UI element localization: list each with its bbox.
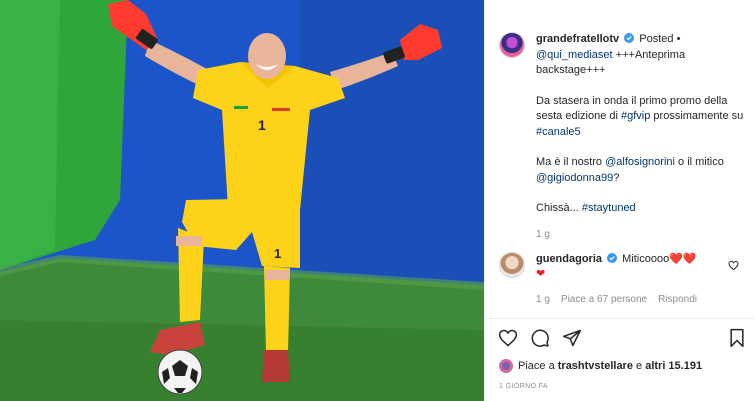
comment-text: guendagoria Miticoooo❤️❤️ ❤ bbox=[536, 252, 721, 282]
save-button[interactable] bbox=[727, 328, 747, 351]
comment-item: guendagoria Miticoooo❤️❤️ ❤ bbox=[499, 252, 745, 282]
caption-text-span: o il mitico bbox=[674, 156, 724, 168]
svg-text:1: 1 bbox=[258, 117, 266, 133]
caption-paragraph-4: Chissà... #staytuned bbox=[536, 201, 744, 217]
mention-link[interactable]: @qui_mediaset bbox=[536, 49, 613, 61]
post-timestamp[interactable]: 1 GIORNO FA bbox=[499, 383, 548, 390]
post-photo[interactable]: 1 1 bbox=[0, 0, 484, 401]
heart-icon[interactable] bbox=[498, 328, 518, 348]
caption-text-span: Chissà... bbox=[536, 202, 582, 214]
hashtag-link[interactable]: #staytuned bbox=[582, 202, 636, 214]
heart-emoji: ❤️❤️ bbox=[669, 253, 697, 265]
likes-prefix: Piace a bbox=[518, 360, 558, 372]
likes-text: Piace a trashtvstellare e altri 15.191 bbox=[518, 360, 702, 372]
likes-summary[interactable]: Piace a trashtvstellare e altri 15.191 bbox=[499, 359, 702, 373]
comment-username[interactable]: guendagoria bbox=[536, 253, 602, 265]
caption-text-span: prossimamente su bbox=[650, 110, 744, 122]
svg-text:1: 1 bbox=[274, 246, 281, 261]
caption-text: grandefratellotv Posted • @qui_mediaset … bbox=[536, 32, 744, 242]
likes-user[interactable]: trashtvstellare bbox=[558, 360, 633, 372]
verified-badge-icon bbox=[624, 33, 635, 43]
caption-text-span: ? bbox=[613, 171, 620, 184]
heart-icon[interactable] bbox=[728, 260, 739, 271]
heart-emoji: ❤ bbox=[536, 268, 546, 280]
comment-body: Miticoooo bbox=[622, 253, 670, 265]
avatar[interactable] bbox=[499, 32, 525, 58]
reply-button[interactable]: Rispondi bbox=[658, 294, 697, 305]
share-icon[interactable] bbox=[562, 328, 582, 348]
action-icons bbox=[498, 328, 582, 348]
caption-paragraph-2: Da stasera in onda il primo promo della … bbox=[536, 94, 744, 141]
comment-likes[interactable]: Piace a 67 persone bbox=[561, 294, 647, 305]
post-side-panel: grandefratellotv Posted • @qui_mediaset … bbox=[484, 0, 755, 401]
likes-others[interactable]: altri 15.191 bbox=[645, 360, 702, 372]
action-bar: Piace a trashtvstellare e altri 15.191 1… bbox=[485, 318, 755, 401]
avatar[interactable] bbox=[499, 252, 525, 278]
comment-age[interactable]: 1 g bbox=[536, 294, 550, 305]
verified-badge-icon bbox=[607, 253, 618, 263]
posted-label: Posted • bbox=[639, 33, 681, 45]
post-caption-block: grandefratellotv Posted • @qui_mediaset … bbox=[499, 32, 745, 242]
hashtag-link[interactable]: #gfvip bbox=[621, 110, 650, 122]
comment-meta: 1 g Piace a 67 persone Rispondi bbox=[536, 294, 697, 305]
bookmark-icon[interactable] bbox=[727, 328, 747, 348]
avatar[interactable] bbox=[499, 359, 513, 373]
photo-illustration: 1 1 bbox=[0, 0, 484, 401]
caption-age[interactable]: 1 g bbox=[536, 227, 744, 243]
mention-link[interactable]: @gigiodonna99 bbox=[536, 172, 613, 184]
likes-mid: e bbox=[632, 360, 646, 372]
instagram-post-view: 1 1 grandefratellotv Posted • @qui_media… bbox=[0, 0, 755, 401]
mention-link[interactable]: @alfosignorini bbox=[605, 156, 675, 168]
hashtag-link[interactable]: #canale5 bbox=[536, 126, 581, 138]
caption-text-span: Ma è il nostro bbox=[536, 156, 606, 168]
post-username[interactable]: grandefratellotv bbox=[536, 33, 619, 45]
caption-paragraph-3: Ma è il nostro @alfosignorini o il mitic… bbox=[536, 155, 744, 186]
comment-icon[interactable] bbox=[530, 328, 550, 348]
